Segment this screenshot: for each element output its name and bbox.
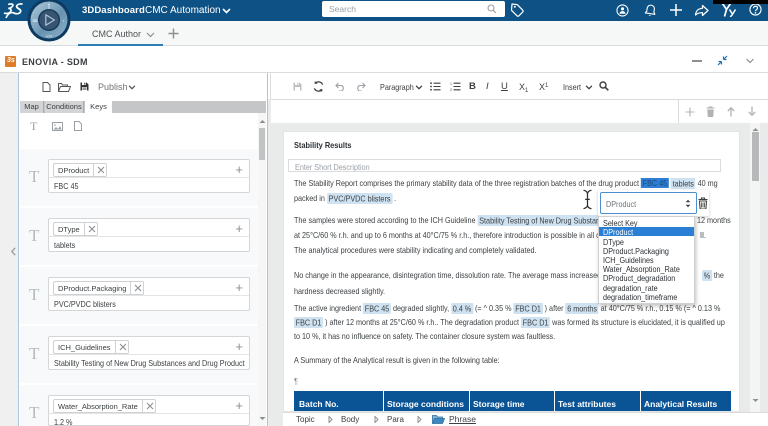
svg-text:2: 2: [450, 88, 452, 91]
svg-text:T: T: [48, 3, 51, 8]
svg-text:1: 1: [450, 82, 452, 86]
svg-text:V.R: V.R: [46, 35, 52, 39]
svg-text:3D: 3D: [32, 18, 37, 23]
